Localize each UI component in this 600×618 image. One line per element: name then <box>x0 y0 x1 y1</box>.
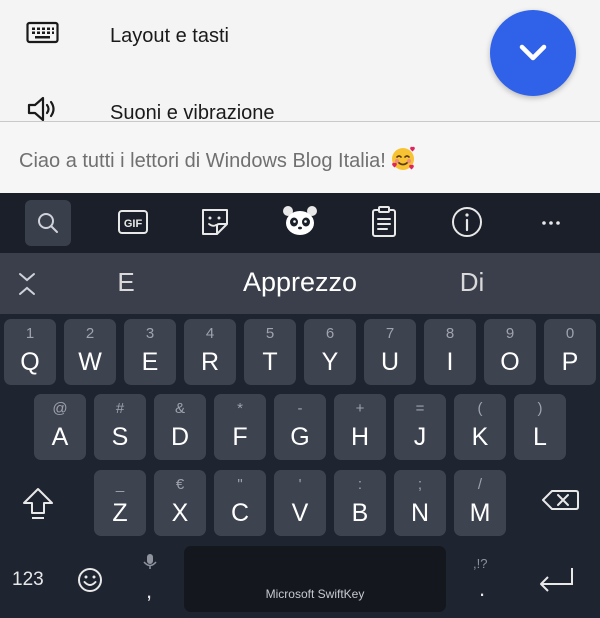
search-icon <box>38 213 58 233</box>
comma-key[interactable]: , <box>130 550 170 610</box>
backspace-key[interactable] <box>532 471 592 537</box>
key-q[interactable]: 1Q <box>4 319 56 385</box>
backspace-icon <box>542 490 579 510</box>
key-g[interactable]: -G <box>274 394 326 460</box>
key-d[interactable]: & D <box>154 394 206 460</box>
message-input[interactable]: Ciao a tutti i lettori di Windows Blog I… <box>0 121 600 194</box>
speaker-icon <box>26 95 60 121</box>
key-h[interactable]: + H <box>334 394 386 460</box>
info-icon <box>452 207 482 237</box>
key-l[interactable]: ) L <box>514 394 566 460</box>
key-s[interactable]: # S <box>94 394 146 460</box>
key-k[interactable]: (K <box>454 394 506 460</box>
enter-icon <box>540 568 573 592</box>
space-key[interactable]: Microsoft SwiftKey <box>184 546 446 612</box>
scroll-down-button[interactable] <box>490 10 576 96</box>
key-f[interactable]: * F <box>214 394 266 460</box>
gif-button[interactable]: GIF <box>110 199 156 245</box>
sticker-icon <box>202 209 228 235</box>
key-r[interactable]: 4R <box>184 319 236 385</box>
comma-label: , <box>146 578 153 603</box>
key-i[interactable]: 8I <box>424 319 476 385</box>
key-a[interactable]: @ A <box>34 394 86 460</box>
settings-item-label: Suoni e vibrazione <box>110 102 275 121</box>
more-icon <box>542 221 560 225</box>
more-button[interactable] <box>528 199 574 245</box>
panda-icon <box>283 206 317 235</box>
key-e[interactable]: 3E <box>124 319 176 385</box>
suggestion-right[interactable]: Di <box>442 267 502 298</box>
smiling-face-with-hearts-icon <box>390 146 416 178</box>
key-w[interactable]: 2W <box>64 319 116 385</box>
message-text: Ciao a tutti i lettori di Windows Blog I… <box>19 150 386 172</box>
key-m[interactable]: / M <box>454 470 506 536</box>
keyboard: 1Q 2W 3E 4R 5T 6Y 7U 8I 9O 0P @ A # S & D *… <box>0 314 600 618</box>
key-p[interactable]: 0P <box>544 319 596 385</box>
key-y[interactable]: 6Y <box>304 319 356 385</box>
collapse-button[interactable] <box>12 269 42 299</box>
keyboard-icon <box>26 19 60 49</box>
enter-key[interactable] <box>532 562 580 598</box>
sticker-button[interactable] <box>192 199 238 245</box>
keyboard-toolbar: GIF <box>0 193 600 253</box>
chevron-down-icon <box>519 44 547 61</box>
key-o[interactable]: 9O <box>484 319 536 385</box>
period-label: . <box>479 576 486 601</box>
info-button[interactable] <box>444 199 490 245</box>
search-button[interactable] <box>25 200 71 246</box>
clipboard-button[interactable] <box>361 199 407 245</box>
shift-key[interactable] <box>8 471 68 537</box>
settings-panel: Layout e tasti Suoni e vibrazione <box>0 0 600 121</box>
key-n[interactable]: ; N <box>394 470 446 536</box>
gif-label: GIF <box>124 218 143 230</box>
key-c[interactable]: " C <box>214 470 266 536</box>
settings-item-label: Layout e tasti <box>110 25 229 47</box>
period-key[interactable]: ,!? . <box>464 550 504 610</box>
key-t[interactable]: 5T <box>244 319 296 385</box>
emoji-key[interactable] <box>74 564 106 596</box>
emoji-icon <box>78 568 102 592</box>
suggestion-left[interactable]: E <box>96 267 156 298</box>
key-v[interactable]: ' V <box>274 470 326 536</box>
key-u[interactable]: 7U <box>364 319 416 385</box>
suggestion-bar: E Apprezzo Di <box>0 253 600 314</box>
period-hint: ,!? <box>473 556 488 571</box>
suggestion-center[interactable]: Apprezzo <box>200 267 400 298</box>
microphone-icon <box>143 554 157 569</box>
key-z[interactable]: _ Z <box>94 470 146 536</box>
clipboard-icon <box>372 206 396 237</box>
swiftkey-brand: Microsoft SwiftKey <box>265 587 365 601</box>
shift-icon <box>23 488 53 519</box>
numbers-key[interactable]: 123 <box>12 569 44 591</box>
key-j[interactable]: = J <box>394 394 446 460</box>
key-x[interactable]: € X <box>154 470 206 536</box>
collapse-icon <box>19 273 35 295</box>
gif-icon: GIF <box>118 210 148 234</box>
key-b[interactable]: :B <box>334 470 386 536</box>
panda-button[interactable] <box>277 199 323 245</box>
